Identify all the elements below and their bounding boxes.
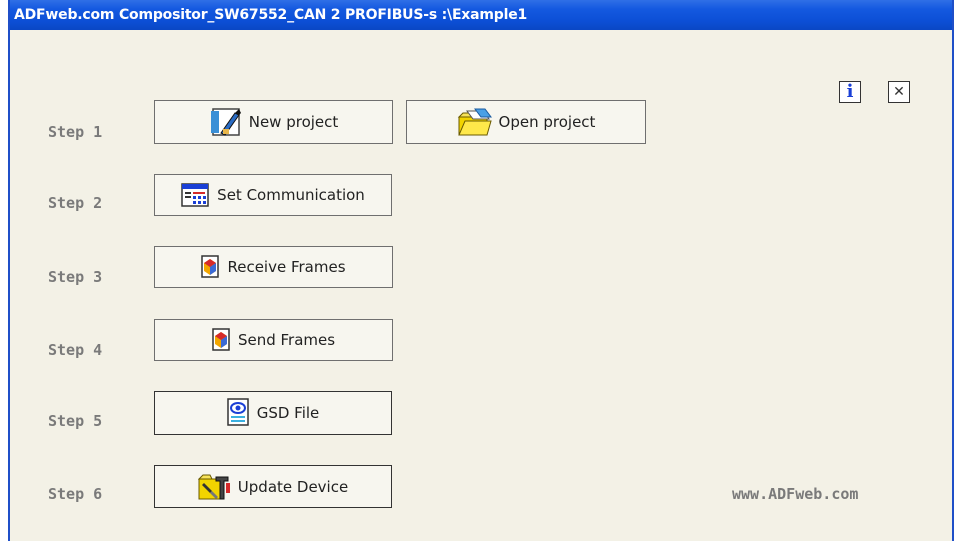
send-frames-icon — [212, 328, 232, 352]
gsd-file-button[interactable]: GSD File — [154, 391, 392, 435]
send-frames-label: Send Frames — [237, 331, 336, 349]
new-project-button[interactable]: New project — [154, 100, 393, 144]
set-communication-label: Set Communication — [217, 186, 365, 204]
window-title: ADFweb.com Compositor_SW67552_CAN 2 PROF… — [10, 0, 952, 30]
update-device-button[interactable]: Update Device — [154, 465, 392, 508]
close-icon: ✕ — [893, 84, 905, 100]
step-3-label: Step 3 — [48, 268, 103, 286]
open-project-button[interactable]: Open project — [406, 100, 646, 144]
website-link: www.ADFweb.com — [732, 485, 859, 503]
gsd-file-icon — [226, 398, 251, 428]
set-communication-button[interactable]: Set Communication — [154, 174, 392, 216]
step-5-label: Step 5 — [48, 412, 103, 430]
new-project-icon — [209, 107, 243, 137]
open-project-label: Open project — [498, 113, 596, 131]
update-device-label: Update Device — [237, 477, 349, 496]
open-folder-icon — [457, 107, 493, 137]
close-button[interactable]: ✕ — [888, 81, 910, 103]
info-icon: i — [846, 81, 854, 102]
receive-frames-icon — [201, 255, 221, 279]
receive-frames-label: Receive Frames — [227, 258, 346, 276]
new-project-label: New project — [248, 113, 339, 131]
step-4-label: Step 4 — [48, 341, 103, 359]
set-communication-icon — [181, 183, 211, 207]
gsd-file-label: GSD File — [256, 404, 320, 422]
step-1-label: Step 1 — [48, 123, 103, 141]
update-device-icon — [197, 473, 232, 501]
step-6-label: Step 6 — [48, 485, 103, 503]
send-frames-button[interactable]: Send Frames — [154, 319, 393, 361]
step-2-label: Step 2 — [48, 194, 103, 212]
info-button[interactable]: i — [839, 81, 861, 103]
receive-frames-button[interactable]: Receive Frames — [154, 246, 393, 288]
app-window: ADFweb.com Compositor_SW67552_CAN 2 PROF… — [8, 0, 954, 541]
